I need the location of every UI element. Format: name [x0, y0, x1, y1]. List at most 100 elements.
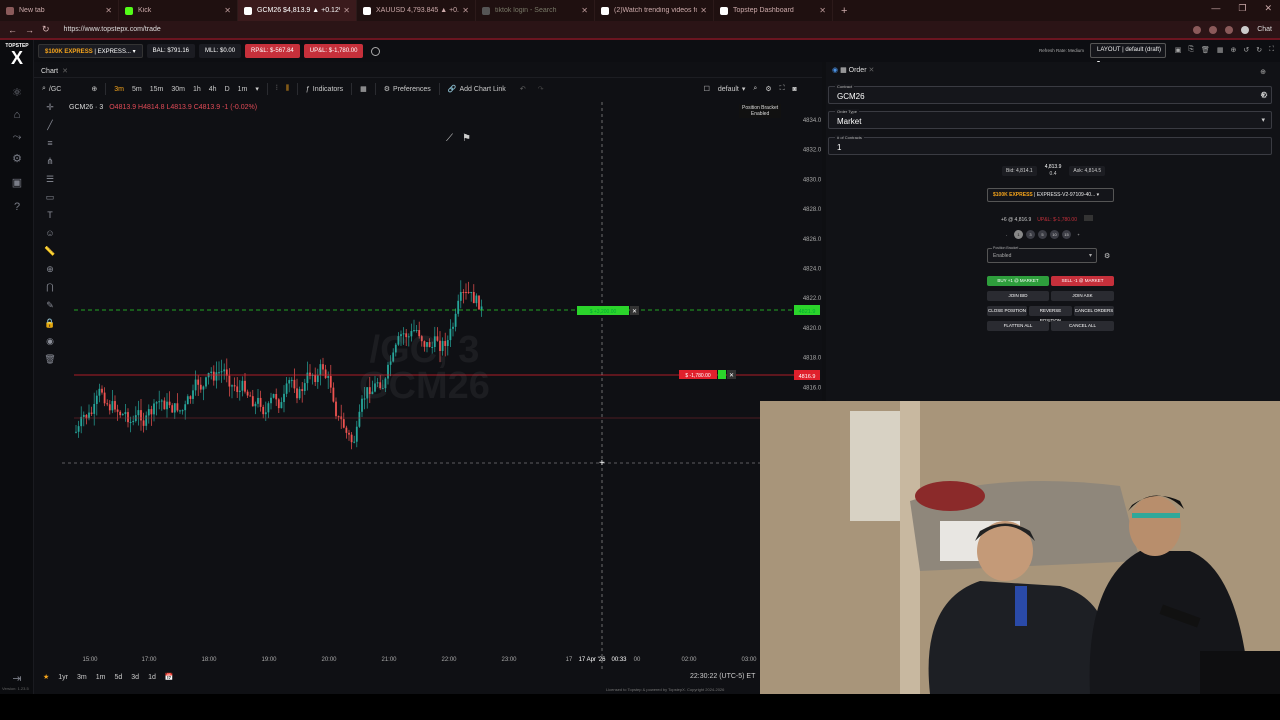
- cancel-orders-button[interactable]: CANCEL ORDERS: [1074, 306, 1114, 316]
- reverse-position-button[interactable]: REVERSE POSITION: [1029, 306, 1072, 323]
- range-button[interactable]: 1d: [148, 674, 156, 681]
- close-icon[interactable]: ✕: [869, 67, 875, 74]
- contracts-input[interactable]: # of Contracts 1: [828, 135, 1272, 155]
- close-window-icon[interactable]: ✕: [1264, 3, 1272, 14]
- copy-icon[interactable]: ⎘: [1188, 46, 1194, 54]
- settings-icon[interactable]: ⚙: [765, 85, 771, 93]
- cancel-all-button[interactable]: CANCEL ALL: [1051, 321, 1114, 331]
- close-icon[interactable]: ✕: [581, 6, 588, 15]
- range-button[interactable]: 3d: [131, 674, 139, 681]
- url-field[interactable]: https://www.topstepx.com/trade: [64, 26, 1194, 33]
- symbol-search-input[interactable]: /GC: [49, 86, 61, 93]
- close-icon[interactable]: ✕: [819, 6, 826, 15]
- browser-tab[interactable]: New tab ✕: [0, 0, 119, 21]
- indicators-icon[interactable]: ƒ: [306, 86, 310, 93]
- save-icon[interactable]: ▣: [1175, 46, 1182, 54]
- browser-tab-active[interactable]: GCM26 $4,813.9 ▲ +0.12% ✕: [238, 0, 357, 21]
- qty-button[interactable]: 5: [1038, 230, 1047, 239]
- pencil-lock-icon[interactable]: ✎: [42, 300, 58, 318]
- flatten-all-button[interactable]: FLATTEN ALL: [987, 321, 1049, 331]
- flag-icon[interactable]: ⚑: [462, 133, 471, 144]
- drag-handle-icon[interactable]: ◉: [832, 67, 838, 74]
- compare-icon[interactable]: ⊕: [91, 85, 97, 93]
- qty-button[interactable]: 15: [1062, 230, 1071, 239]
- close-icon[interactable]: ✕: [462, 6, 469, 15]
- layout-grid-icon[interactable]: ▦: [360, 85, 367, 93]
- analytics-nav-icon[interactable]: ⤳: [9, 130, 25, 144]
- forward-icon[interactable]: →: [25, 25, 34, 35]
- ruler-icon[interactable]: 📏: [42, 246, 58, 264]
- order-account-selector[interactable]: $100K EXPRESS | EXPRESS-V2-97109-40... ▾: [987, 188, 1114, 202]
- qty-button[interactable]: 10: [1050, 230, 1059, 239]
- undo-icon[interactable]: ↶: [520, 85, 526, 93]
- join-ask-button[interactable]: JOIN ASK: [1051, 291, 1114, 301]
- new-tab-button[interactable]: +: [841, 5, 847, 17]
- position-close-icon[interactable]: [1084, 215, 1094, 221]
- add-chart-link-button[interactable]: Add Chart Link: [460, 86, 506, 93]
- reload-icon[interactable]: ↻: [42, 24, 50, 35]
- link-icon[interactable]: 🔗: [448, 85, 457, 93]
- qty-button[interactable]: 1: [1014, 230, 1023, 239]
- redo-icon[interactable]: ↷: [538, 85, 544, 93]
- zoom-in-icon[interactable]: ⊕: [42, 264, 58, 282]
- horizontal-lines-icon[interactable]: ≡: [42, 138, 58, 156]
- browser-tab[interactable]: tiktok login - Search ✕: [476, 0, 595, 21]
- magnet-icon[interactable]: ⋂: [42, 282, 58, 300]
- lock-icon[interactable]: 🔒: [42, 318, 58, 336]
- range-button[interactable]: 1m: [96, 674, 106, 681]
- range-button[interactable]: 5d: [114, 674, 122, 681]
- trash-icon[interactable]: 🗑: [42, 354, 58, 372]
- template-selector[interactable]: default: [718, 86, 739, 93]
- eye-icon[interactable]: ◉: [42, 336, 58, 354]
- timeframe-button[interactable]: 1m: [238, 86, 248, 93]
- timeframe-button[interactable]: 15m: [150, 86, 164, 93]
- zoom-icon[interactable]: ⌕: [753, 85, 757, 93]
- range-button[interactable]: 1yr: [58, 674, 68, 681]
- profile-avatar-icon[interactable]: [1241, 25, 1250, 34]
- pitchfork-icon[interactable]: ⋔: [42, 156, 58, 174]
- settings-nav-icon[interactable]: ⚙: [9, 152, 25, 166]
- logout-icon[interactable]: ⇥: [9, 672, 25, 686]
- info-icon[interactable]: [371, 46, 381, 56]
- candles-icon[interactable]: ⫼: [286, 85, 289, 93]
- close-icon[interactable]: ✕: [343, 6, 350, 15]
- qty-plus-button[interactable]: +: [1074, 230, 1083, 239]
- grid-icon[interactable]: ▦: [1217, 46, 1224, 54]
- contract-select[interactable]: Contract GCM26 ▾: [828, 84, 1272, 104]
- chevron-down-icon[interactable]: ▾: [742, 85, 746, 93]
- fullscreen-icon[interactable]: ⛶: [780, 85, 785, 93]
- close-icon[interactable]: ✕: [224, 6, 231, 15]
- camera-icon[interactable]: ◙: [793, 86, 797, 93]
- redo-icon[interactable]: ↻: [1256, 46, 1262, 54]
- browser-tab[interactable]: (2)Watch trending videos for you✕: [595, 0, 714, 21]
- account-selector[interactable]: $100K EXPRESS | EXPRESS... ▾: [38, 44, 143, 58]
- preferences-button[interactable]: Preferences: [393, 86, 431, 93]
- search-icon[interactable]: ⌕: [42, 85, 46, 93]
- bracket-settings-icon[interactable]: ⚙: [1104, 252, 1110, 260]
- timeframe-button[interactable]: D: [225, 86, 230, 93]
- star-icon[interactable]: ★: [43, 673, 49, 681]
- add-icon[interactable]: ⊕: [1230, 46, 1236, 54]
- browser-tab[interactable]: Kick ✕: [119, 0, 238, 21]
- position-bracket-toggle[interactable]: Position Bracket Enabled: [739, 104, 782, 118]
- chevron-down-icon[interactable]: ▾: [255, 85, 259, 93]
- back-icon[interactable]: ←: [8, 25, 17, 35]
- timeframe-button[interactable]: 3m: [114, 86, 124, 93]
- fullscreen-icon[interactable]: ⛶: [1269, 46, 1274, 54]
- order-type-select[interactable]: Order Type Market ▾: [828, 109, 1272, 129]
- extension-icon[interactable]: [1193, 25, 1202, 34]
- maximize-icon[interactable]: ❐: [1238, 3, 1246, 14]
- close-position-button[interactable]: CLOSE POSITION: [987, 306, 1027, 316]
- layout-selector[interactable]: LAYOUT | default (draft) ▾: [1090, 43, 1166, 66]
- indicators-button[interactable]: Indicators: [313, 86, 343, 93]
- bar-type-icon[interactable]: ⫶: [276, 85, 278, 93]
- fib-icon[interactable]: ☰: [42, 174, 58, 192]
- help-nav-icon[interactable]: ?: [9, 200, 25, 214]
- undo-icon[interactable]: ↺: [1243, 46, 1249, 54]
- add-icon[interactable]: ⊕: [1260, 68, 1266, 76]
- text-icon[interactable]: T: [42, 210, 58, 228]
- qty-button[interactable]: 3: [1026, 230, 1035, 239]
- smile-icon[interactable]: ☺: [42, 228, 58, 246]
- calendar-icon[interactable]: 📅: [165, 673, 174, 681]
- join-bid-button[interactable]: JOIN BID: [987, 291, 1049, 301]
